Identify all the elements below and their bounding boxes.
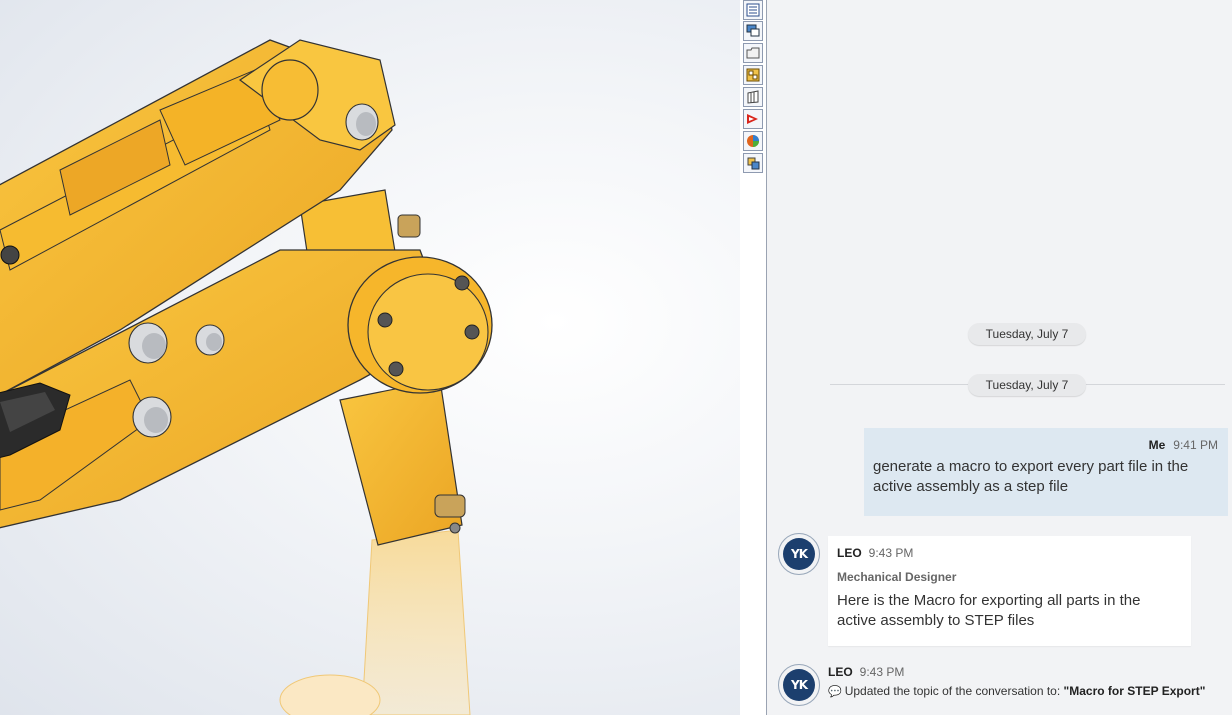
avatar-initials: YK bbox=[791, 547, 808, 561]
task-pane-toolbar bbox=[740, 0, 767, 715]
custom-properties-icon[interactable] bbox=[743, 153, 763, 173]
topic-value: "Macro for STEP Export" bbox=[1063, 684, 1206, 698]
message-time: 9:41 PM bbox=[1173, 438, 1218, 452]
solidworks-icon[interactable] bbox=[743, 109, 763, 129]
bot-message[interactable]: LEO 9:43 PM Mechanical Designer Here is t… bbox=[828, 536, 1191, 646]
topic-update-text: 💬 Updated the topic of the conversation t… bbox=[828, 684, 1228, 698]
view-palette-icon[interactable] bbox=[743, 65, 763, 85]
forum-icon[interactable] bbox=[743, 21, 763, 41]
date-divider: Tuesday, July 7 bbox=[968, 323, 1086, 345]
design-library-icon[interactable] bbox=[743, 87, 763, 107]
sender-role: Mechanical Designer bbox=[837, 570, 957, 584]
message-header: LEO 9:43 PM bbox=[837, 546, 1181, 560]
topic-update-message: LEO 9:43 PM 💬 Updated the topic of the con… bbox=[828, 665, 1228, 698]
file-explorer-icon[interactable] bbox=[743, 43, 763, 63]
cad-viewport[interactable] bbox=[0, 0, 740, 715]
date-divider: Tuesday, July 7 bbox=[968, 374, 1086, 396]
sender-name: LEO bbox=[828, 665, 853, 679]
message-time: 9:43 PM bbox=[868, 546, 914, 560]
avatar[interactable]: YK bbox=[778, 664, 820, 706]
message-text: Here is the Macro for exporting all part… bbox=[837, 592, 1141, 629]
sender-name: LEO bbox=[837, 546, 862, 560]
appearances-icon[interactable] bbox=[743, 131, 763, 151]
message-header: LEO 9:43 PM bbox=[828, 665, 1228, 679]
message-header: Me 9:41 PM bbox=[873, 438, 1218, 452]
speech-bubble-icon: 💬 bbox=[828, 686, 842, 698]
user-message[interactable]: Me 9:41 PM generate a macro to export eve… bbox=[864, 428, 1228, 516]
avatar[interactable]: YK bbox=[778, 533, 820, 575]
topic-prefix: Updated the topic of the conversation to… bbox=[844, 684, 1061, 698]
assembly-model bbox=[0, 39, 493, 715]
resources-icon[interactable] bbox=[743, 0, 763, 20]
message-text: generate a macro to export every part fi… bbox=[873, 458, 1189, 495]
avatar-initials: YK bbox=[791, 678, 808, 692]
message-time: 9:43 PM bbox=[859, 665, 905, 679]
sender-name: Me bbox=[1148, 438, 1166, 452]
